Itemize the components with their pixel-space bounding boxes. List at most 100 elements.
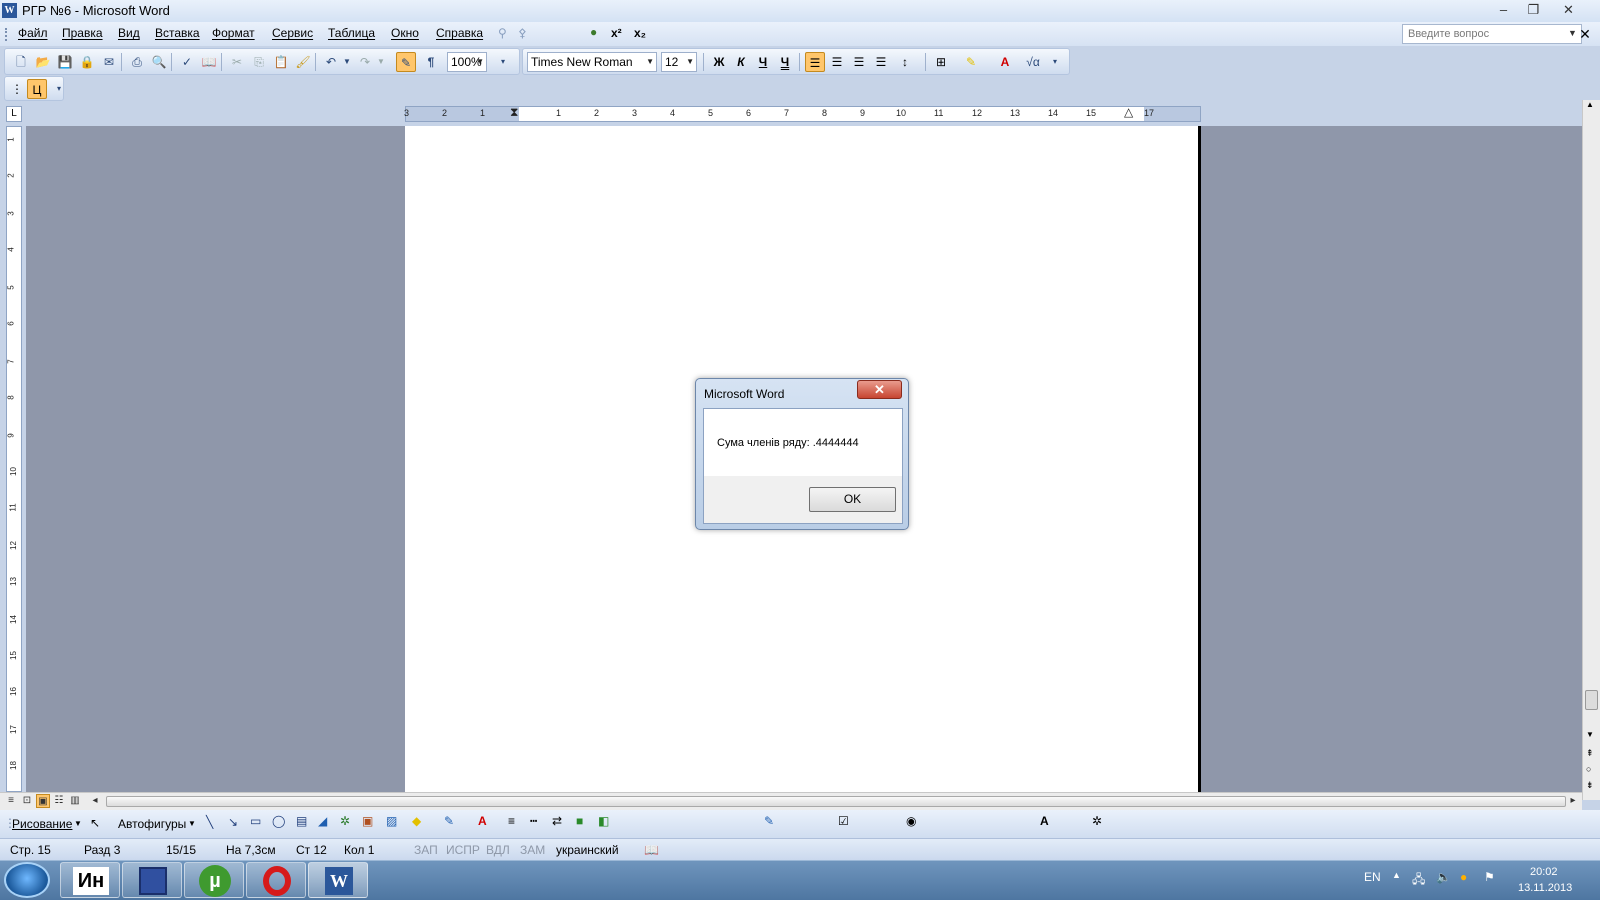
superscript-icon[interactable]: x² bbox=[611, 26, 622, 40]
input-language[interactable]: EN bbox=[1364, 870, 1381, 884]
next-page-icon[interactable]: ⇟ bbox=[1586, 780, 1594, 791]
permission-icon[interactable]: 🔒 bbox=[77, 52, 97, 72]
restore-button[interactable]: ❐ bbox=[1520, 1, 1547, 19]
show-formatting-icon[interactable]: ¶ bbox=[421, 52, 441, 72]
autoshapes-menu-button[interactable]: Автофигуры bbox=[118, 817, 186, 831]
format-painter-icon[interactable]: 🖌 bbox=[293, 52, 313, 72]
cut-icon[interactable]: ✂ bbox=[227, 52, 247, 72]
reading-view-icon[interactable]: ▥ bbox=[68, 794, 82, 808]
tray-app-icon[interactable]: ● bbox=[1460, 870, 1467, 884]
chevron-down-icon[interactable]: ▼ bbox=[74, 819, 82, 828]
copy-icon[interactable]: ⎘ bbox=[249, 52, 269, 72]
line-icon[interactable]: ╲ bbox=[206, 815, 213, 829]
drawing-toggle-icon[interactable]: ✎ bbox=[396, 52, 416, 72]
highlight-icon[interactable]: ✎ bbox=[961, 52, 981, 72]
table-tool-icon[interactable]: ⚲ bbox=[498, 26, 507, 40]
help-search-input[interactable]: Введите вопрос bbox=[1402, 24, 1582, 44]
scroll-left-icon[interactable]: ◂ bbox=[88, 794, 102, 808]
print-icon[interactable]: ⎙ bbox=[127, 52, 147, 72]
taskbar-item-ie[interactable]: Ин bbox=[60, 862, 120, 898]
ok-button[interactable]: OK bbox=[809, 487, 896, 512]
font-size-select[interactable]: 12 ▼ bbox=[661, 52, 697, 72]
show-hidden-icons-icon[interactable]: ▲ bbox=[1392, 870, 1401, 880]
status-extend[interactable]: ВДЛ bbox=[486, 843, 510, 857]
line-style-icon[interactable]: ≡ bbox=[508, 814, 515, 828]
email-icon[interactable]: ✉ bbox=[99, 52, 119, 72]
zoom-select[interactable]: 100% ▼ bbox=[447, 52, 487, 72]
tab-selector[interactable]: L bbox=[6, 106, 22, 122]
status-overtype[interactable]: ЗАМ bbox=[520, 843, 545, 857]
word-app-icon[interactable]: W bbox=[2, 3, 17, 18]
line-spacing-icon[interactable]: ↕ bbox=[895, 52, 915, 72]
paste-icon[interactable]: 📋 bbox=[271, 52, 291, 72]
toolbar-grip[interactable]: ⋮ bbox=[11, 79, 23, 99]
open-icon[interactable]: 📂 bbox=[33, 52, 53, 72]
outline-view-icon[interactable]: ☷ bbox=[52, 794, 66, 808]
align-center-icon[interactable]: ☰ bbox=[827, 52, 847, 72]
equation-icon[interactable]: √α bbox=[1023, 52, 1043, 72]
line-color-icon[interactable]: ✎ bbox=[444, 814, 454, 828]
toolbar-options-icon[interactable]: ▾ bbox=[493, 52, 513, 72]
radio-control-icon[interactable]: ◉ bbox=[906, 814, 916, 828]
browse-object-icon[interactable]: ○ bbox=[1586, 764, 1591, 774]
rectangle-icon[interactable]: ▭ bbox=[250, 814, 261, 828]
label-control-icon[interactable]: A bbox=[1040, 814, 1049, 828]
menu-file[interactable]: Файл bbox=[18, 26, 48, 40]
taskbar-item-word[interactable]: W bbox=[308, 862, 368, 898]
spelling-globe-icon[interactable]: ● bbox=[590, 25, 597, 39]
draw-menu-button[interactable]: Рисование bbox=[12, 817, 72, 831]
arrow-style-icon[interactable]: ⇄ bbox=[552, 814, 562, 828]
arrow-icon[interactable]: ↘ bbox=[228, 815, 238, 829]
oval-icon[interactable]: ◯ bbox=[272, 814, 285, 828]
properties-icon[interactable]: ✲ bbox=[1092, 814, 1102, 828]
dialog-close-button[interactable]: ✕ bbox=[857, 380, 902, 399]
italic-button[interactable]: К bbox=[731, 52, 751, 72]
scroll-right-icon[interactable]: ▸ bbox=[1566, 794, 1580, 808]
textbox-icon[interactable]: ▤ bbox=[296, 814, 307, 828]
menu-edit[interactable]: Правка bbox=[62, 26, 103, 40]
menu-view[interactable]: Вид bbox=[118, 26, 140, 40]
clipart-icon[interactable]: ▣ bbox=[362, 814, 373, 828]
menu-tools[interactable]: Сервис bbox=[272, 26, 313, 40]
checkbox-control-icon[interactable]: ☑ bbox=[838, 814, 849, 828]
justify-icon[interactable]: ☰ bbox=[871, 52, 891, 72]
align-left-icon[interactable]: ☰ bbox=[805, 52, 825, 72]
action-center-icon[interactable]: ⚑ bbox=[1484, 870, 1495, 884]
underline-button[interactable]: Ч bbox=[753, 52, 773, 72]
clock-time[interactable]: 20:02 bbox=[1530, 866, 1558, 878]
scroll-up-icon[interactable]: ▲ bbox=[1586, 100, 1594, 109]
borders-icon[interactable]: ⊞ bbox=[931, 52, 951, 72]
redo-dropdown-icon[interactable]: ▼ bbox=[371, 52, 391, 72]
save-icon[interactable]: 💾 bbox=[55, 52, 75, 72]
close-window-button[interactable]: ✕ bbox=[1555, 1, 1582, 19]
print-preview-icon[interactable]: 🔍 bbox=[149, 52, 169, 72]
fill-color-icon[interactable]: ◆ bbox=[412, 814, 421, 828]
dash-style-icon[interactable]: ┅ bbox=[530, 814, 537, 828]
scroll-thumb[interactable] bbox=[1585, 690, 1598, 710]
spelling-status-icon[interactable]: 📖 bbox=[644, 843, 659, 857]
new-document-icon[interactable]: 🗋 bbox=[11, 52, 31, 72]
start-button[interactable] bbox=[4, 862, 50, 898]
subscript-icon[interactable]: x₂ bbox=[634, 26, 646, 40]
3d-icon[interactable]: ◧ bbox=[598, 814, 609, 828]
menu-window[interactable]: Окно bbox=[391, 26, 419, 40]
taskbar-item-utorrent[interactable]: µ bbox=[184, 862, 244, 898]
toolbar-options-icon[interactable]: ▾ bbox=[1045, 52, 1065, 72]
shadow-icon[interactable]: ■ bbox=[576, 814, 583, 828]
volume-icon[interactable]: 🔈 bbox=[1436, 870, 1451, 884]
menu-format[interactable]: Формат bbox=[212, 26, 255, 40]
font-name-select[interactable]: Times New Roman ▼ bbox=[527, 52, 657, 72]
chevron-down-icon[interactable]: ▼ bbox=[188, 819, 196, 828]
network-icon[interactable]: 🖧 bbox=[1412, 870, 1425, 891]
font-color-icon[interactable]: A bbox=[478, 814, 487, 828]
clock-date[interactable]: 13.11.2013 bbox=[1518, 882, 1572, 894]
close-document-button[interactable]: ✕ bbox=[1576, 24, 1594, 44]
status-language[interactable]: украинский bbox=[556, 843, 619, 857]
horizontal-scroll-thumb[interactable] bbox=[106, 796, 1566, 807]
select-objects-icon[interactable]: ↖ bbox=[90, 816, 100, 830]
taskbar-item-save[interactable] bbox=[122, 862, 182, 898]
wordart-icon[interactable]: ◢ bbox=[318, 814, 327, 828]
double-underline-button[interactable]: Ч bbox=[775, 52, 795, 72]
spelling-icon[interactable]: ✓ bbox=[177, 52, 197, 72]
status-record[interactable]: ЗАП bbox=[414, 843, 438, 857]
